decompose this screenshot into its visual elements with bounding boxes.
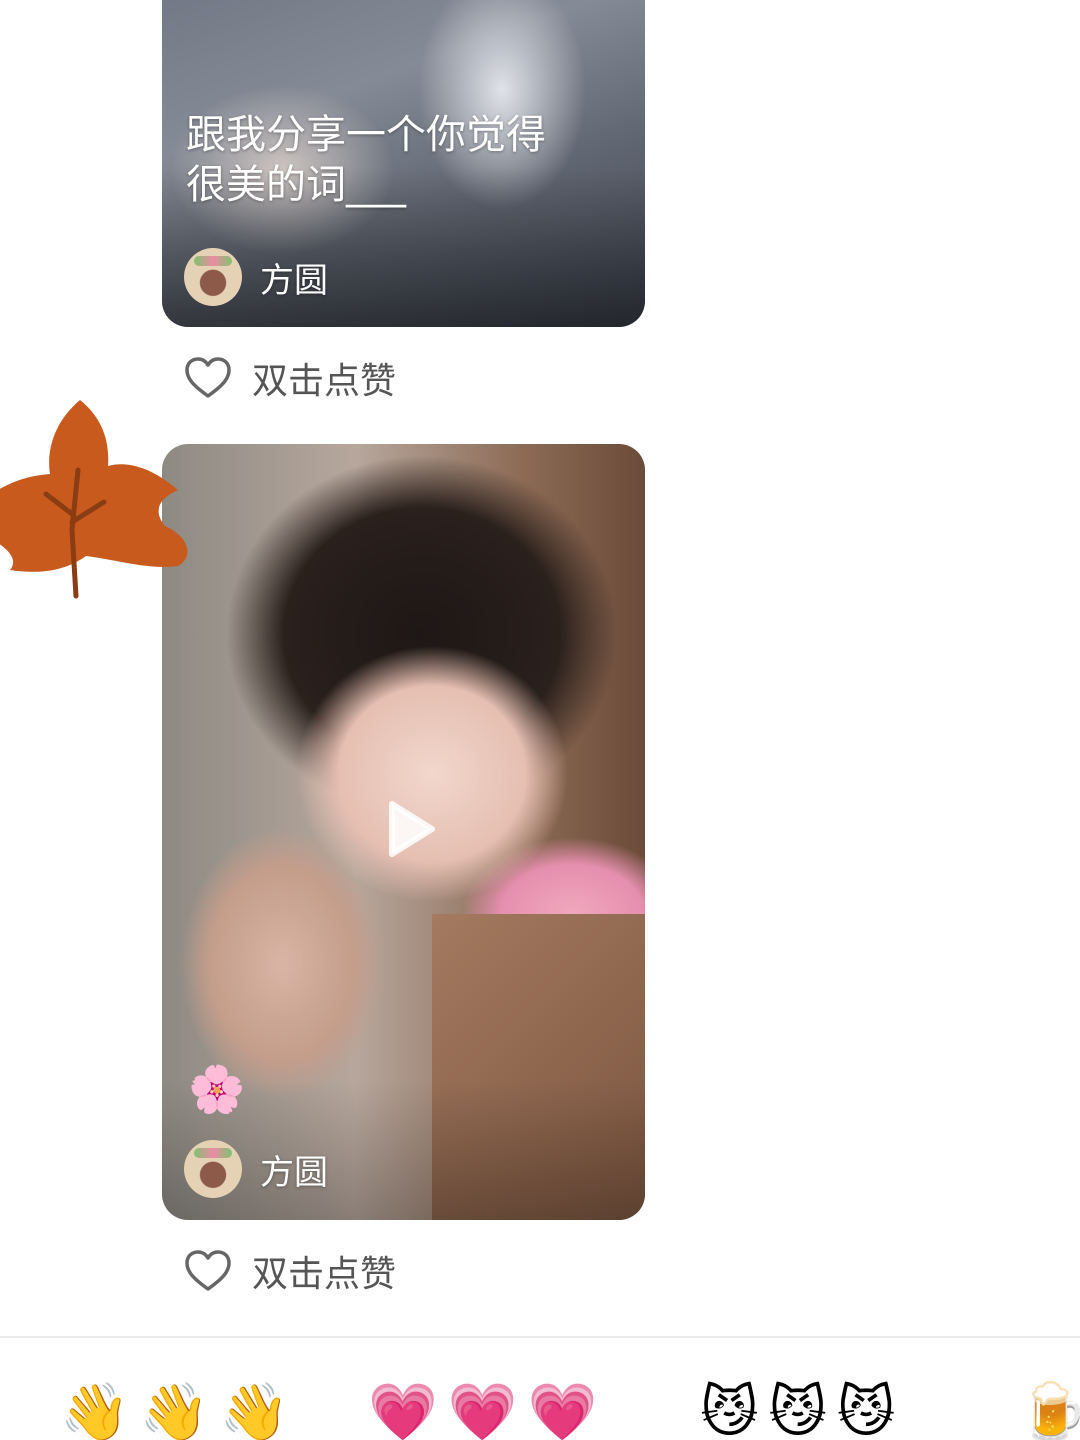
author-info[interactable]: 方圆 <box>184 1140 328 1198</box>
like-button[interactable]: 双击点赞 <box>184 1245 396 1297</box>
maple-leaf-sticker <box>0 400 188 599</box>
author-name: 方圆 <box>260 1152 328 1193</box>
flower-sticker: 🌸 <box>188 1062 246 1116</box>
author-info[interactable]: 方圆 <box>184 248 328 306</box>
reaction-beer[interactable]: 🍺 <box>1018 1378 1080 1440</box>
reaction-heart[interactable]: 💗💗💗 <box>368 1378 607 1440</box>
post-card-2[interactable]: 🌸 方圆 <box>162 444 645 1220</box>
quick-reaction-bar: 👋👋👋 💗💗💗 😼😼😼 🍺 <box>0 1378 1080 1440</box>
reaction-cat[interactable]: 😼😼😼 <box>700 1378 905 1440</box>
avatar[interactable] <box>184 1140 242 1198</box>
avatar[interactable] <box>184 248 242 306</box>
post-caption: 跟我分享一个你觉得 很美的词___ <box>186 112 546 208</box>
play-icon[interactable] <box>374 794 444 864</box>
like-label: 双击点赞 <box>252 361 397 402</box>
like-label: 双击点赞 <box>252 1254 397 1295</box>
photo-table <box>432 914 645 1220</box>
heart-outline-icon <box>185 1250 231 1291</box>
heart-outline-icon <box>185 357 231 398</box>
divider <box>0 1336 1080 1338</box>
author-name: 方圆 <box>260 260 328 301</box>
post-card-1[interactable]: 跟我分享一个你觉得 很美的词___ 方圆 <box>162 0 645 327</box>
like-button[interactable]: 双击点赞 <box>184 352 396 404</box>
reaction-wave[interactable]: 👋👋👋 <box>60 1378 299 1440</box>
